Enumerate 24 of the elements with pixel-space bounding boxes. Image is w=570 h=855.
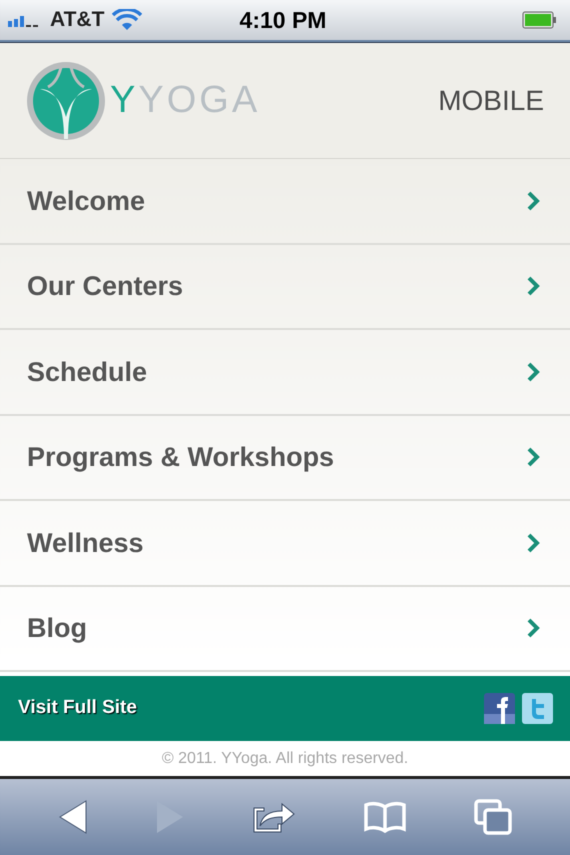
logo-icon xyxy=(26,60,106,140)
battery-icon xyxy=(522,11,558,29)
chevron-icon xyxy=(527,362,540,382)
chevron-icon xyxy=(527,276,540,296)
menu-item[interactable]: Welcome xyxy=(0,159,570,244)
carrier-name: AT&T xyxy=(50,7,104,34)
menu-item[interactable]: Our Centers xyxy=(0,244,570,330)
chevron-icon xyxy=(527,447,540,468)
menu-item[interactable]: Wellness xyxy=(0,501,570,586)
header-label: MOBILE xyxy=(438,84,544,118)
clock-time: 4:10 PM xyxy=(240,6,326,35)
back-icon[interactable] xyxy=(58,800,88,834)
chevron-icon xyxy=(527,532,540,553)
chevron-icon xyxy=(527,618,540,638)
share-icon[interactable] xyxy=(252,800,296,834)
pages-icon[interactable] xyxy=(474,799,512,835)
wifi-icon xyxy=(112,9,142,31)
chevron-icon xyxy=(527,190,540,211)
menu-item[interactable]: Programs & Workshops xyxy=(0,416,570,501)
book-icon[interactable] xyxy=(363,801,408,833)
menu-item[interactable]: Schedule xyxy=(0,330,570,416)
copyright-text: © 2011. YYoga. All rights reserved. xyxy=(162,748,408,768)
facebook-icon[interactable] xyxy=(484,693,515,724)
full-site-link[interactable]: Visit Full Site xyxy=(18,694,137,723)
